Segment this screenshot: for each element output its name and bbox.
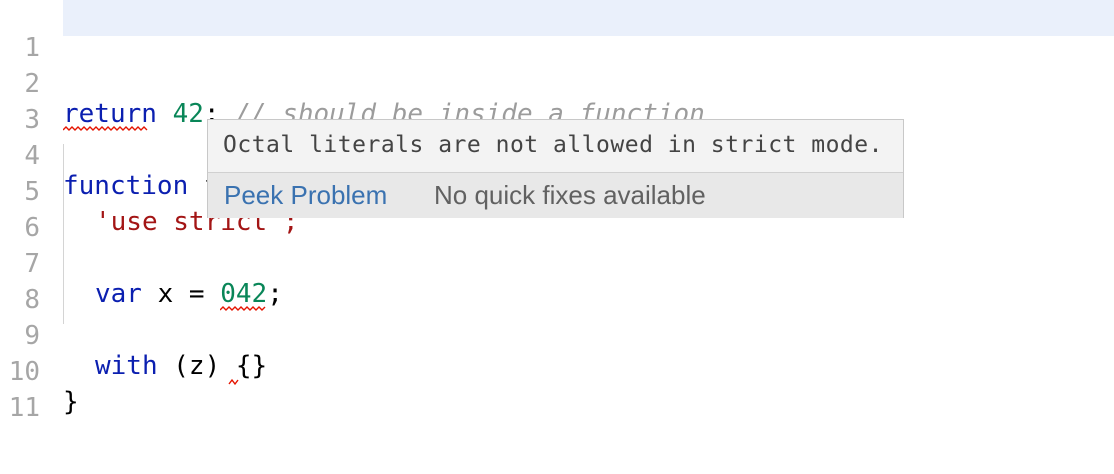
problem-message: Octal literals are not allowed in strict… xyxy=(223,132,883,158)
problem-hover-widget[interactable]: Octal literals are not allowed in strict… xyxy=(207,119,904,218)
hover-actions-bar: Peek Problem No quick fixes available xyxy=(208,173,903,218)
code-line[interactable]: 10 } xyxy=(0,324,1114,417)
code-editor[interactable]: 1 2 return 42; // should be inside a fun… xyxy=(0,0,1114,474)
code-line[interactable]: 1 xyxy=(0,0,1114,63)
no-quick-fixes-label: No quick fixes available xyxy=(434,180,706,210)
peek-problem-link[interactable]: Peek Problem xyxy=(224,173,387,218)
code-line[interactable]: 2 return 42; // should be inside a funct… xyxy=(0,36,1114,131)
code-line[interactable]: 3 xyxy=(0,72,1114,135)
code-line[interactable]: 9 with (z) {} xyxy=(0,288,1114,386)
line-number: 11 xyxy=(8,393,40,423)
code-line[interactable]: 7 var x = 042; xyxy=(0,216,1114,311)
code-line[interactable]: 8 xyxy=(0,252,1114,315)
code-line[interactable]: 11 xyxy=(0,360,1114,423)
